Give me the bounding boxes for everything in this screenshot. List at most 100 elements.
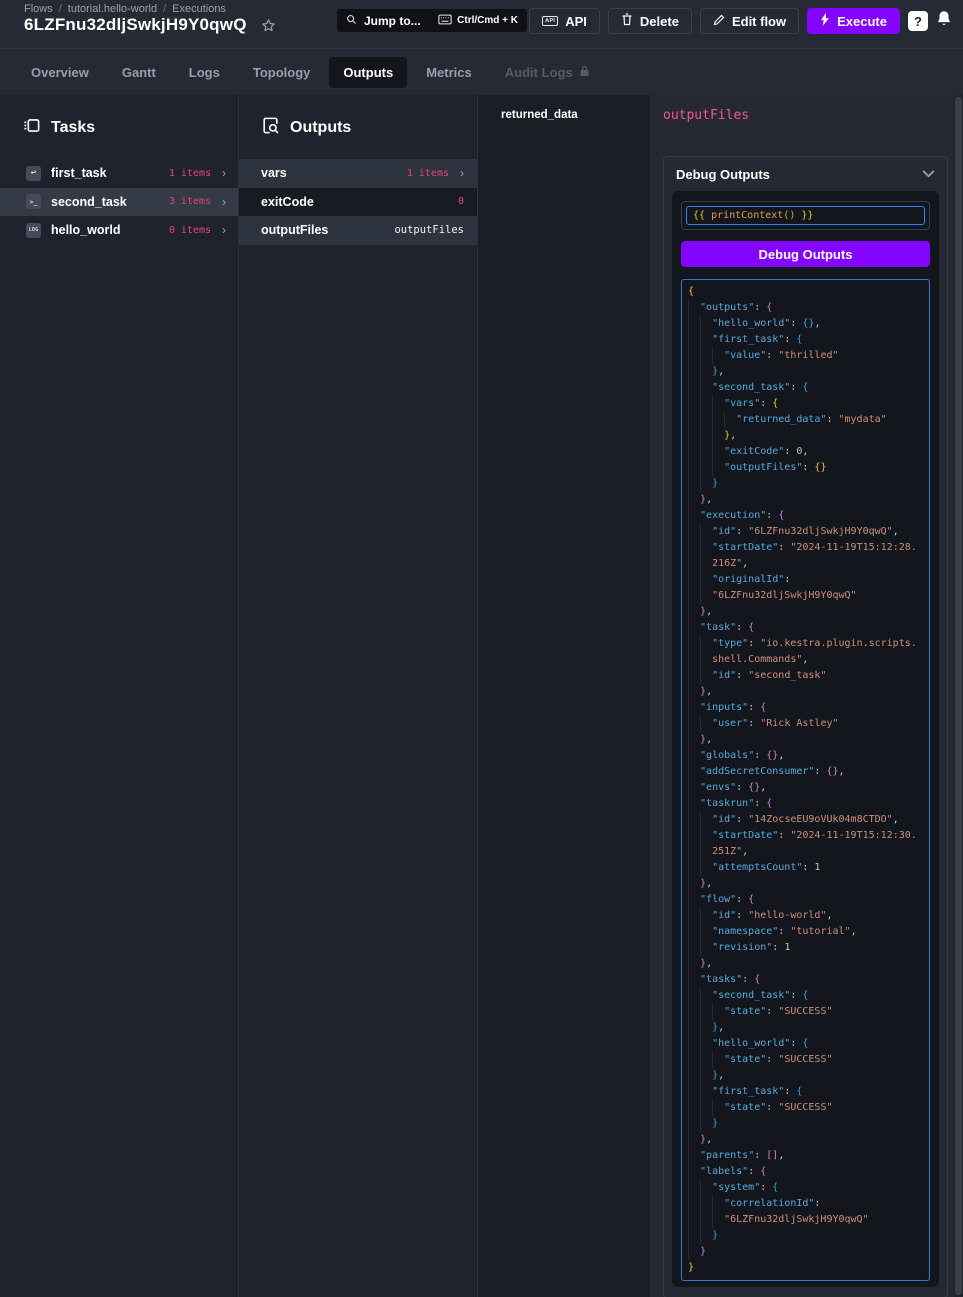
tab-label: Topology — [253, 65, 311, 80]
code-line: } — [688, 1228, 923, 1244]
output-value: 0 — [458, 196, 464, 207]
code-line: }, — [688, 604, 923, 620]
code-line: } — [688, 476, 923, 492]
preview-item-returned-data[interactable]: returned_data — [478, 95, 650, 121]
tab-logs[interactable]: Logs — [175, 57, 234, 88]
scrollbar[interactable] — [954, 95, 963, 1297]
api-icon: API — [542, 16, 558, 26]
code-line: }, — [688, 492, 923, 508]
delete-button[interactable]: Delete — [608, 8, 692, 34]
tab-overview[interactable]: Overview — [17, 57, 103, 88]
code-line: "6LZFnu32dljSwkjH9Y0qwQ" — [688, 588, 923, 604]
task-label: hello_world — [51, 223, 120, 237]
output-label: outputFiles — [261, 223, 328, 237]
tasks-list-icon — [22, 116, 41, 140]
code-line: "startDate": "2024-11-19T15:12:28. — [688, 540, 923, 556]
tab-label: Outputs — [343, 65, 393, 80]
code-line: "execution": { — [688, 508, 923, 524]
code-line: }, — [688, 364, 923, 380]
execute-button[interactable]: Execute — [807, 8, 900, 34]
api-button[interactable]: API API — [529, 8, 600, 34]
code-line: "namespace": "tutorial", — [688, 924, 923, 940]
chevron-down-icon — [922, 170, 935, 178]
detail-title: outputFiles — [663, 108, 948, 123]
log-task-icon: LOG — [26, 223, 41, 238]
tab-outputs[interactable]: Outputs — [329, 57, 407, 88]
scrollbar-thumb[interactable] — [955, 97, 962, 1295]
breadcrumb-link[interactable]: Flows — [24, 3, 53, 15]
task-row-hello_world[interactable]: LOGhello_world0 items› — [0, 216, 238, 245]
preview-panel: returned_data — [478, 95, 650, 1297]
code-line: "flow": { — [688, 892, 923, 908]
tab-gantt[interactable]: Gantt — [108, 57, 170, 88]
code-line: "outputs": { — [688, 300, 923, 316]
lightning-icon — [820, 13, 830, 29]
code-line: }, — [688, 1020, 923, 1036]
expression-token: }} — [795, 210, 813, 221]
expression-token: {{ — [693, 210, 711, 221]
code-line: "revision": 1 — [688, 940, 923, 956]
code-line: "user": "Rick Astley" — [688, 716, 923, 732]
code-line: "correlationId": — [688, 1196, 923, 1212]
expression-input[interactable]: {{ printContext() }} — [686, 206, 925, 225]
tab-metrics[interactable]: Metrics — [412, 57, 486, 88]
tab-label: Logs — [189, 65, 220, 80]
code-line: "task": { — [688, 620, 923, 636]
code-line: "parents": [], — [688, 1148, 923, 1164]
code-line: "taskrun": { — [688, 796, 923, 812]
code-line: 216Z", — [688, 556, 923, 572]
breadcrumb-link[interactable]: tutorial.hello-world — [68, 3, 157, 15]
search-shortcut: Ctrl/Cmd + K — [457, 15, 518, 26]
code-line: "hello_world": {}, — [688, 316, 923, 332]
output-row-exitCode[interactable]: exitCode 0 — [239, 188, 477, 217]
debug-outputs-body: {{ printContext() }} Debug Outputs {"out… — [672, 191, 939, 1287]
tasks-panel-title: Tasks — [51, 119, 95, 137]
chevron-right-icon: › — [222, 195, 226, 209]
task-row-first_task[interactable]: ↩first_task1 items› — [0, 159, 238, 188]
edit-flow-button[interactable]: Edit flow — [700, 8, 799, 34]
bell-icon[interactable] — [936, 10, 952, 32]
code-line: }, — [688, 1132, 923, 1148]
output-row-vars[interactable]: vars1 items› — [239, 159, 477, 188]
task-items-count: 3 items — [169, 196, 211, 207]
output-row-outputFiles[interactable]: outputFiles outputFiles — [239, 216, 477, 245]
code-line: "returned_data": "mydata" — [688, 412, 923, 428]
tab-audit-logs[interactable]: Audit Logs — [491, 57, 604, 88]
code-line: }, — [688, 428, 923, 444]
star-icon[interactable] — [261, 18, 276, 33]
code-line: }, — [688, 1068, 923, 1084]
task-label: first_task — [51, 166, 107, 180]
tasks-panel: Tasks ↩first_task1 items›>_second_task3 … — [0, 95, 239, 1297]
code-line: } — [688, 1260, 923, 1276]
code-line: "tasks": { — [688, 972, 923, 988]
code-line: "addSecretConsumer": {}, — [688, 764, 923, 780]
breadcrumb-link[interactable]: Executions — [172, 3, 226, 15]
debug-outputs-header[interactable]: Debug Outputs — [664, 157, 947, 191]
code-line: "second_task": { — [688, 380, 923, 396]
header: Flows/tutorial.hello-world/Executions 6L… — [0, 0, 963, 48]
return-task-icon: ↩ — [26, 166, 41, 181]
outputs-panel-title: Outputs — [290, 119, 351, 137]
output-value: outputFiles — [394, 224, 464, 236]
code-line: "6LZFnu32dljSwkjH9Y0qwQ" — [688, 1212, 923, 1228]
breadcrumb: Flows/tutorial.hello-world/Executions — [24, 3, 226, 15]
chevron-right-icon: › — [222, 223, 226, 237]
help-button[interactable]: ? — [908, 11, 928, 31]
expression-token: printContext() — [711, 210, 795, 221]
keyboard-icon — [438, 12, 452, 30]
search-input[interactable]: Jump to... Ctrl/Cmd + K — [336, 8, 528, 33]
code-line: "state": "SUCCESS" — [688, 1004, 923, 1020]
debug-outputs-button[interactable]: Debug Outputs — [681, 241, 930, 267]
output-label: exitCode — [261, 195, 314, 209]
tab-topology[interactable]: Topology — [239, 57, 325, 88]
tab-label: Metrics — [426, 65, 472, 80]
task-row-second_task[interactable]: >_second_task3 items› — [0, 188, 238, 217]
code-line: "startDate": "2024-11-19T15:12:30. — [688, 828, 923, 844]
code-line: "originalId": — [688, 572, 923, 588]
code-line: "type": "io.kestra.plugin.scripts. — [688, 636, 923, 652]
tab-label: Overview — [31, 65, 89, 80]
code-line: }, — [688, 684, 923, 700]
code-line: "vars": { — [688, 396, 923, 412]
tab-label: Audit Logs — [505, 65, 573, 80]
debug-output-code: {"outputs": {"hello_world": {},"first_ta… — [681, 279, 930, 1281]
